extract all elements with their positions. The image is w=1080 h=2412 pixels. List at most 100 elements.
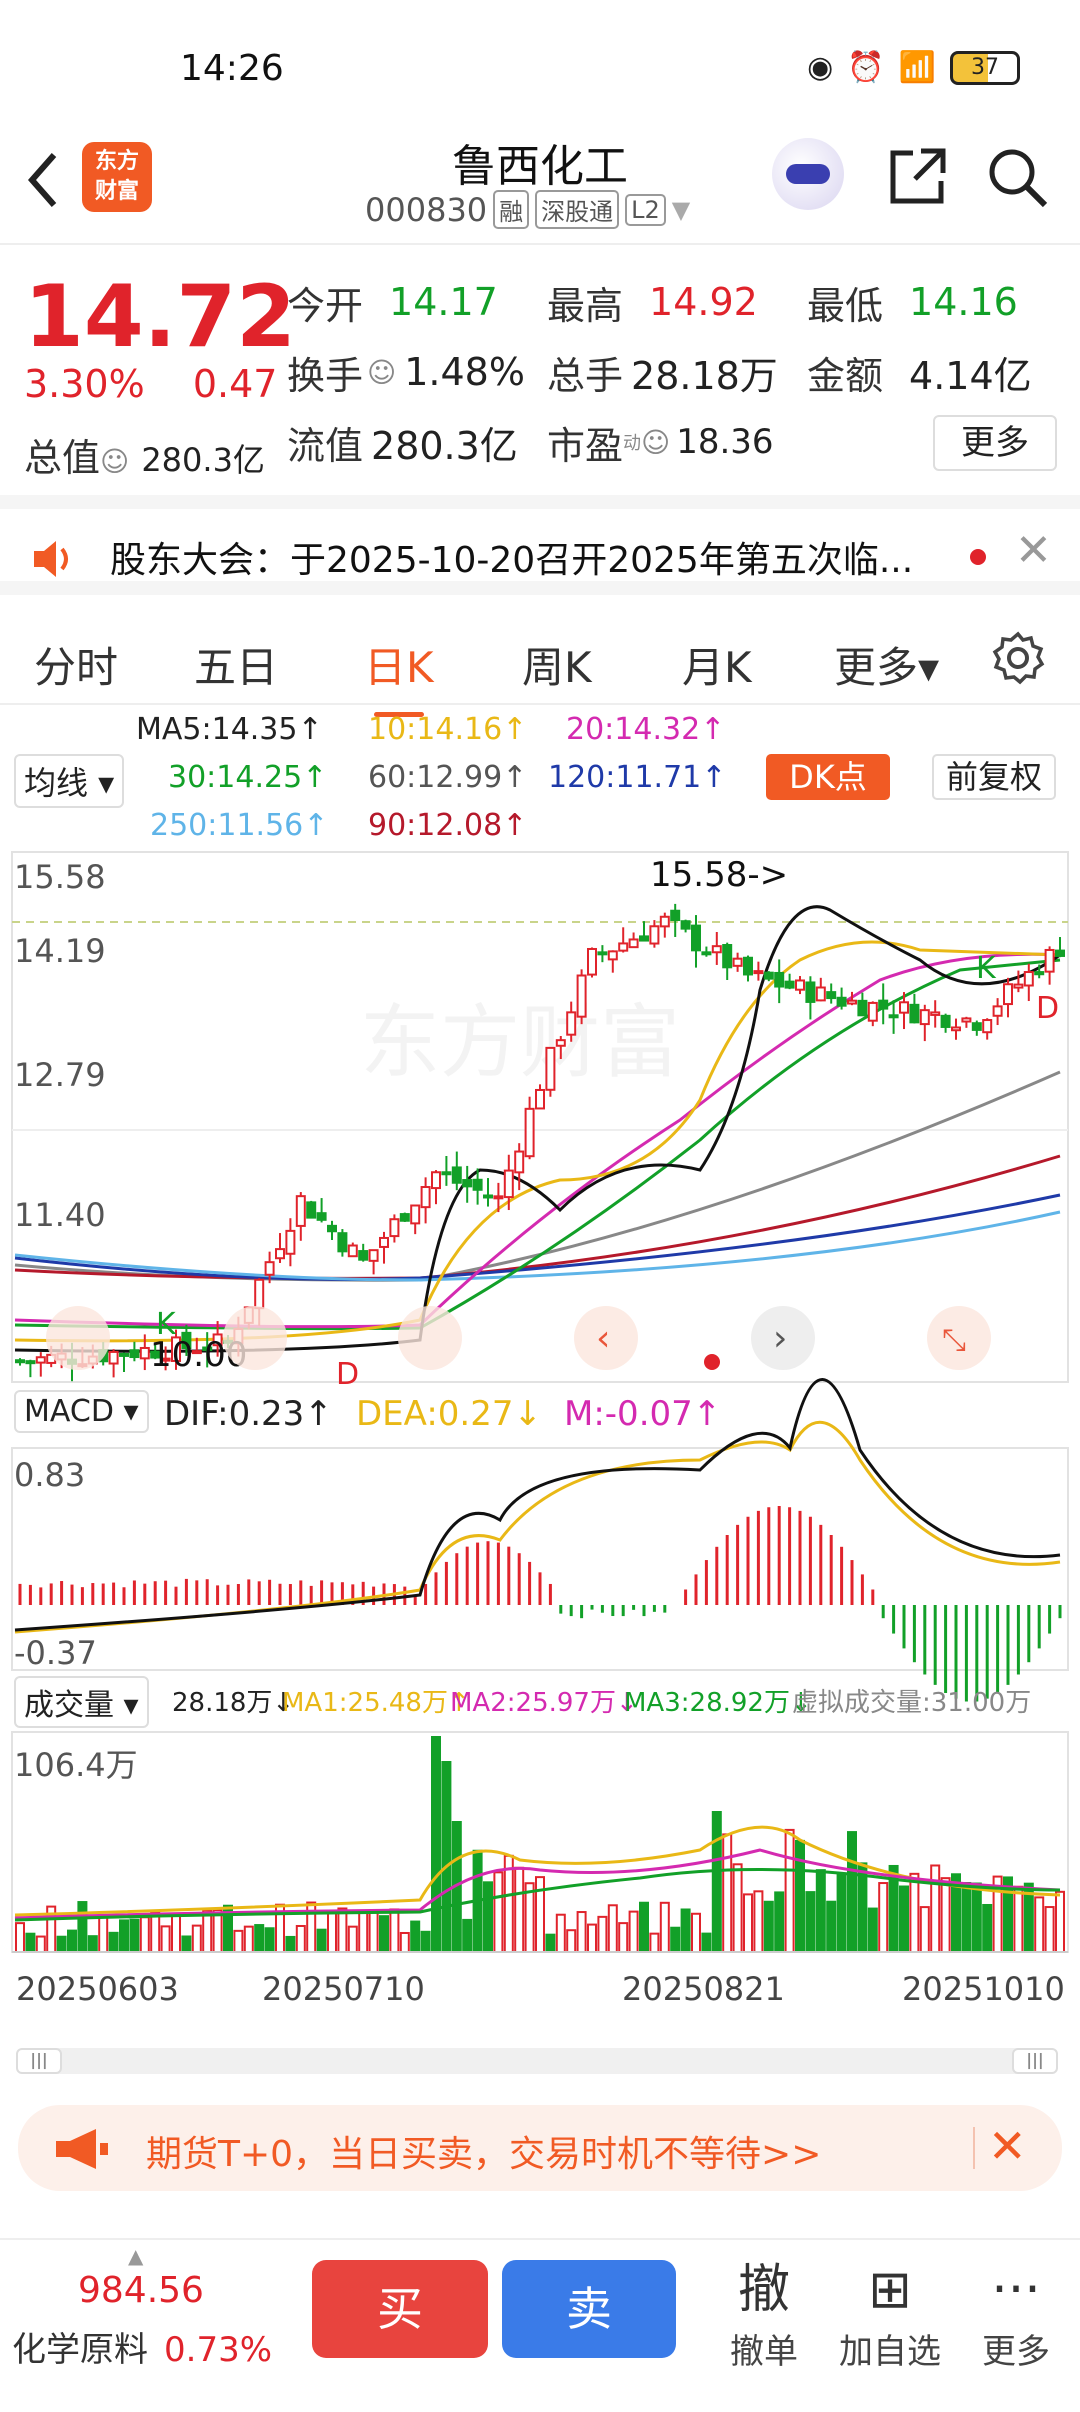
volume-bar	[462, 1918, 473, 1954]
sell-button[interactable]: 卖	[502, 2260, 676, 2358]
macd-select[interactable]: MACD ▾	[14, 1390, 149, 1433]
d-marker: D	[1036, 991, 1059, 1026]
notice-bar[interactable]: 股东大会：于2025-10-20召开2025年第五次临... ✕	[0, 495, 1080, 595]
candle	[587, 947, 597, 976]
ma-select[interactable]: 均线 ▾	[14, 754, 125, 808]
cancel-icon: 撤	[737, 2260, 790, 2320]
volume-label: 总手	[547, 353, 624, 398]
sector-row[interactable]: 化学原料 0.73%	[12, 2322, 272, 2371]
candle	[555, 1039, 566, 1047]
macd-bars	[18, 1506, 1062, 1702]
volume-bar	[514, 1866, 525, 1953]
info-icon[interactable]: ☺	[367, 356, 396, 389]
ma250-value: 250:11.56↑	[150, 808, 329, 843]
tab-five-day[interactable]: 五日	[194, 634, 278, 695]
tab-more[interactable]: 更多▾	[834, 634, 939, 695]
adjust-button[interactable]: 前复权	[932, 754, 1056, 800]
tab-monthly-k[interactable]: 月K	[682, 634, 752, 695]
axis-top: 15.58	[14, 858, 106, 896]
info-icon[interactable]: ☺	[100, 445, 129, 478]
candle	[35, 1356, 46, 1364]
candle	[992, 1005, 1003, 1017]
turnover-value: 1.48%	[404, 350, 525, 394]
candle	[961, 1017, 972, 1023]
macd-bottom: -0.37	[14, 1634, 97, 1672]
candle	[1003, 983, 1013, 1006]
close-icon[interactable]: ✕	[988, 2119, 1027, 2173]
candle	[493, 1195, 504, 1200]
candle	[1013, 983, 1024, 989]
candle	[607, 950, 618, 961]
unread-dot	[970, 549, 986, 565]
add-button[interactable]	[398, 1306, 462, 1370]
dk-point-button[interactable]: DK点	[766, 754, 890, 800]
tab-weekly-k[interactable]: 周K	[522, 634, 592, 695]
volume-bar	[337, 1907, 348, 1954]
macd-dea: DEA:0.27↓	[356, 1394, 542, 1434]
chevron-down-icon: ▼	[671, 195, 691, 224]
volume-ma2: MA2:25.97万↓	[450, 1688, 638, 1718]
volume-bar	[566, 1929, 577, 1954]
dea-line	[14, 1421, 1061, 1634]
volume-select[interactable]: 成交量 ▾	[14, 1676, 149, 1728]
search-icon[interactable]	[985, 145, 1049, 209]
volume-bar	[98, 1916, 109, 1954]
amount-value: 4.14亿	[909, 353, 1032, 398]
share-icon[interactable]	[885, 145, 949, 209]
scroll-handle-right[interactable]: |||	[1012, 2048, 1058, 2074]
wifi-icon: ◉	[807, 50, 834, 85]
ma120-value: 120:11.71↑	[548, 760, 727, 795]
volume-bar	[1055, 1890, 1065, 1953]
volume-bar	[327, 1911, 337, 1954]
volume-bar	[254, 1924, 265, 1953]
more-button[interactable]: 更多	[933, 415, 1057, 471]
divider	[973, 2127, 975, 2169]
signal-icon: 📶	[898, 50, 936, 85]
candle	[743, 956, 753, 976]
notice-text: 股东大会：于2025-10-20召开2025年第五次临...	[110, 540, 914, 581]
cancel-order-button[interactable]: 撤撤单	[704, 2256, 824, 2373]
tag-level2: L2	[625, 193, 666, 226]
futures-ad-banner[interactable]: 期货T+0，当日买卖，交易时机不等待>> ✕	[18, 2105, 1062, 2191]
scroll-handle-left[interactable]: |||	[16, 2048, 62, 2074]
candle	[254, 1278, 265, 1310]
candle	[711, 945, 722, 954]
add-watchlist-button[interactable]: ⊞ 加自选	[830, 2256, 950, 2373]
candle	[722, 944, 733, 969]
plus-box-icon: ⊞	[868, 2260, 912, 2320]
info-icon[interactable]: ☺	[641, 426, 670, 459]
chevron-up-icon[interactable]: ▲	[128, 2244, 143, 2268]
volume-bar	[129, 1918, 140, 1954]
tab-intraday[interactable]: 分时	[34, 634, 118, 695]
ai-assistant-icon[interactable]	[772, 138, 844, 210]
candle	[337, 1232, 348, 1253]
candle	[347, 1244, 358, 1258]
zoom-out-button[interactable]	[46, 1306, 110, 1370]
volume-bar	[555, 1913, 566, 1953]
close-icon[interactable]: ✕	[1015, 525, 1052, 576]
sector-index[interactable]: 984.56	[78, 2270, 204, 2311]
candle	[753, 970, 764, 975]
gear-icon[interactable]	[990, 630, 1046, 686]
range-scrollbar[interactable]: ||| |||	[16, 2048, 1058, 2074]
candle	[618, 942, 629, 952]
volume-bars	[15, 1736, 1065, 1954]
amount-label: 金额	[807, 353, 884, 398]
candle	[951, 1026, 961, 1032]
volume-bar	[191, 1924, 202, 1953]
volume-bar	[919, 1906, 930, 1953]
volume-bar	[743, 1893, 753, 1954]
volume-ma3: MA3:28.92万↓	[624, 1688, 812, 1718]
candle	[826, 991, 837, 1000]
buy-button[interactable]: 买	[312, 2260, 488, 2358]
zoom-in-button[interactable]	[223, 1306, 287, 1370]
stock-code-row[interactable]: 000830 融 深股通 L2 ▼	[365, 190, 690, 229]
volume-bar	[545, 1933, 556, 1954]
volume-bar	[493, 1871, 504, 1954]
candle	[389, 1218, 400, 1238]
more-menu-button[interactable]: ··· 更多	[956, 2256, 1076, 2373]
tab-daily-k[interactable]: 日K	[364, 634, 434, 717]
chevron-right-icon: ›	[773, 1318, 787, 1359]
volume-bar	[722, 1833, 733, 1953]
alarm-icon: ⏰	[847, 50, 885, 85]
